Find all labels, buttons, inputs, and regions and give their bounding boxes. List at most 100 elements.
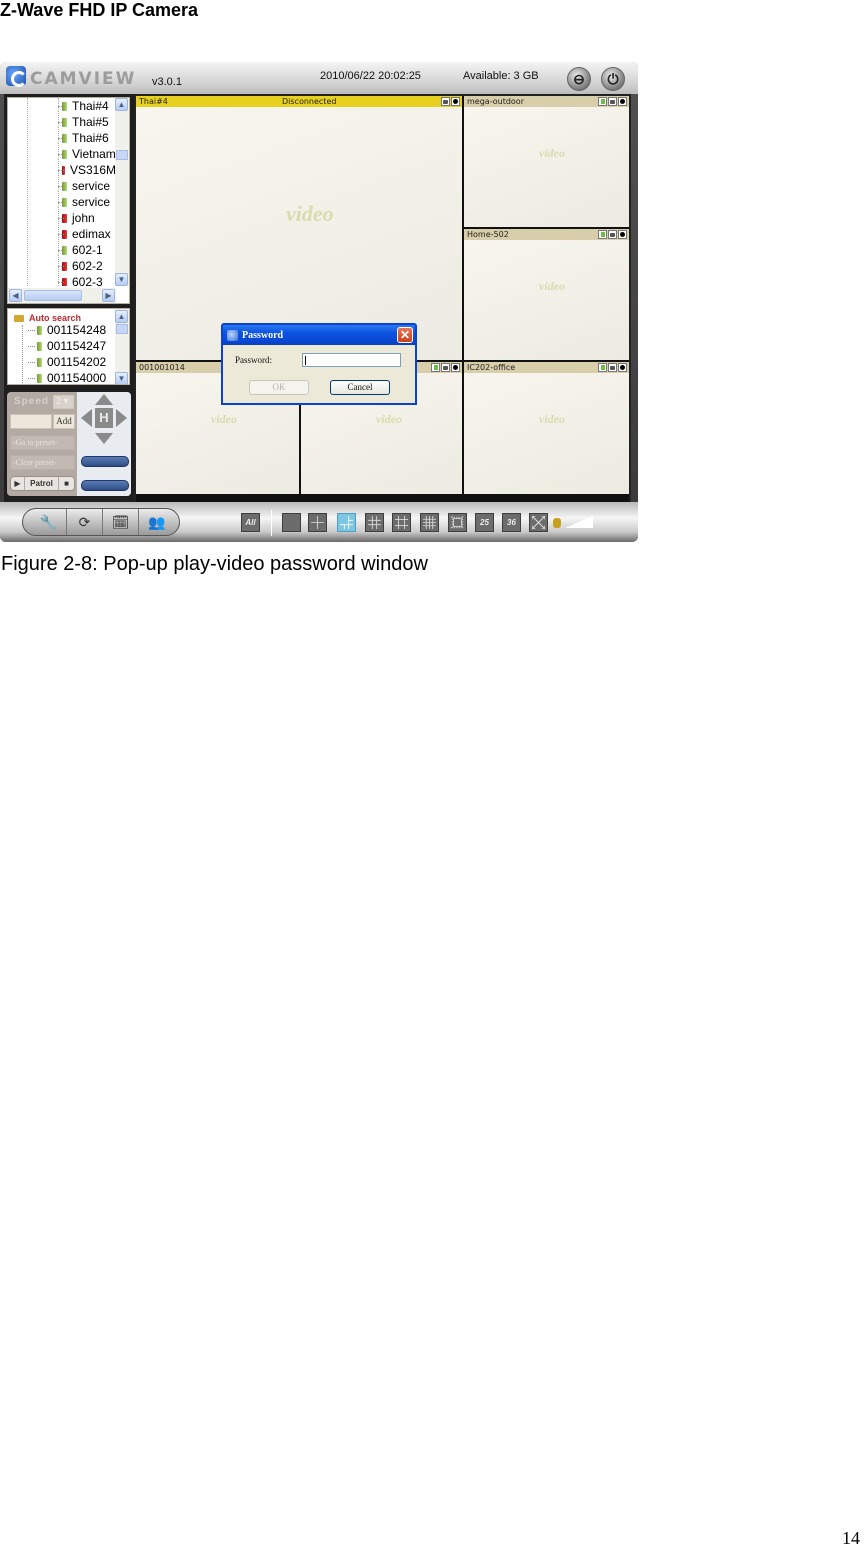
video-cell[interactable]: Home-502 video: [464, 229, 629, 360]
ptz-action-button-1[interactable]: [81, 456, 129, 467]
camera-tree-item[interactable]: Thai#5: [8, 114, 116, 130]
cancel-button[interactable]: Cancel: [330, 380, 390, 395]
password-input[interactable]: [302, 353, 401, 367]
pan-up-button[interactable]: [95, 394, 113, 405]
snapshot-icon[interactable]: [441, 363, 450, 372]
preset-name-input[interactable]: [10, 414, 52, 429]
auto-search-item[interactable]: 001154000: [28, 371, 106, 384]
record-icon[interactable]: [618, 363, 627, 372]
camera-tree-item[interactable]: 602-2: [8, 258, 116, 274]
camera-tree-item[interactable]: 602-3: [8, 274, 116, 286]
layout-1-button[interactable]: [282, 513, 301, 532]
video-cell[interactable]: IC202-office video: [464, 362, 629, 494]
figure-caption: Figure 2-8: Pop-up play-video password w…: [1, 553, 428, 575]
scroll-thumb[interactable]: [116, 150, 128, 160]
scroll-up-button[interactable]: ▲: [115, 98, 128, 111]
grid-4-icon: [311, 516, 324, 529]
users-button[interactable]: 👥: [139, 509, 175, 535]
camera-tree-item[interactable]: Vietnam: [8, 146, 116, 162]
clear-preset-select[interactable]: -Clear preset-: [10, 455, 75, 470]
play-icon[interactable]: [431, 363, 440, 372]
record-icon[interactable]: [618, 230, 627, 239]
pan-down-button[interactable]: [95, 433, 113, 444]
layout-36-button[interactable]: 36: [502, 513, 521, 532]
video-cell[interactable]: Thai#4 Disconnected video: [136, 96, 462, 360]
pan-right-button[interactable]: [116, 409, 127, 427]
scroll-down-button[interactable]: ▼: [115, 273, 128, 286]
power-button[interactable]: ⏻: [601, 67, 625, 91]
fullscreen-button[interactable]: [529, 513, 548, 532]
layout-16-button[interactable]: [420, 513, 439, 532]
camera-tree-item[interactable]: john: [8, 210, 116, 226]
ok-button[interactable]: OK: [249, 380, 309, 395]
camera-tree: Thai#4 Thai#5 Thai#6 Vietnam VS316M service se…: [7, 97, 130, 304]
play-icon[interactable]: [598, 230, 607, 239]
snapshot-icon[interactable]: [608, 363, 617, 372]
auto-search-label: 001154202: [47, 355, 107, 369]
layout-4-button[interactable]: [308, 513, 327, 532]
snapshot-icon[interactable]: [608, 230, 617, 239]
video-watermark: video: [376, 412, 402, 426]
goto-preset-select[interactable]: -Go to preset-: [10, 435, 75, 450]
auto-search-item[interactable]: 001154247: [28, 339, 106, 353]
camera-tree-item[interactable]: Thai#6: [8, 130, 116, 146]
scroll-thumb[interactable]: [116, 324, 128, 334]
minimize-button[interactable]: ⊖: [567, 67, 591, 91]
scroll-down-button[interactable]: ▼: [115, 372, 128, 384]
camera-online-icon: [37, 357, 42, 367]
play-icon[interactable]: [598, 363, 607, 372]
camera-tree-item[interactable]: VS316M: [8, 162, 116, 178]
snapshot-icon[interactable]: [441, 97, 450, 106]
camera-online-icon: [62, 133, 67, 143]
camera-tree-item[interactable]: service: [8, 194, 116, 210]
camera-tree-label: service: [72, 179, 111, 193]
auto-search-item[interactable]: 001154202: [28, 355, 106, 369]
camera-tree-item[interactable]: Thai#4: [8, 98, 116, 114]
layout-13-button[interactable]: [448, 513, 467, 532]
tree-vertical-scrollbar[interactable]: ▲ ▼: [115, 98, 129, 286]
layout-25-button[interactable]: 25: [475, 513, 494, 532]
volume-control[interactable]: [553, 516, 593, 530]
settings-icon: 🔧: [39, 513, 58, 530]
auto-search-root[interactable]: Auto search: [14, 313, 81, 323]
pan-left-button[interactable]: [81, 409, 92, 427]
all-cameras-button[interactable]: All: [241, 513, 260, 532]
camera-tree-item[interactable]: edimax: [8, 226, 116, 242]
play-icon[interactable]: [598, 97, 607, 106]
patrol-play-button[interactable]: ▶: [11, 477, 25, 490]
scroll-up-button[interactable]: ▲: [115, 310, 128, 323]
schedule-button[interactable]: 🗓: [103, 509, 139, 535]
ptz-action-button-2[interactable]: [81, 480, 129, 491]
home-position-button[interactable]: H: [95, 408, 113, 428]
camera-tree-item[interactable]: service: [8, 178, 116, 194]
layout-6-button[interactable]: [337, 513, 356, 532]
record-icon[interactable]: [451, 97, 460, 106]
ptz-direction-pad: H: [81, 394, 127, 444]
tree-horizontal-scrollbar[interactable]: ◀ ▶: [8, 288, 116, 303]
scroll-thumb[interactable]: [24, 290, 82, 301]
video-watermark: video: [211, 412, 237, 426]
scroll-left-button[interactable]: ◀: [9, 289, 22, 302]
patrol-controls: ▶ Patrol ■: [10, 476, 75, 491]
settings-button[interactable]: 🔧: [31, 509, 67, 535]
camera-offline-icon: [62, 165, 65, 175]
search-vertical-scrollbar[interactable]: ▲ ▼: [115, 309, 129, 384]
patrol-stop-button[interactable]: ■: [59, 477, 74, 490]
record-icon[interactable]: [618, 97, 627, 106]
video-watermark: video: [539, 279, 565, 293]
volume-slider[interactable]: [565, 516, 593, 528]
speed-select[interactable]: 2 ▾: [53, 395, 74, 409]
add-preset-button[interactable]: Add: [53, 414, 75, 429]
layout-9-button[interactable]: [365, 513, 384, 532]
scroll-right-button[interactable]: ▶: [102, 289, 115, 302]
dialog-title-bar[interactable]: Password ✕: [223, 325, 415, 345]
camera-tree-item[interactable]: 602-1: [8, 242, 116, 258]
layout-10-button[interactable]: [392, 513, 411, 532]
playback-button[interactable]: ⟳: [67, 509, 103, 535]
snapshot-icon[interactable]: [608, 97, 617, 106]
auto-search-item[interactable]: 001154248: [28, 323, 106, 337]
video-cell[interactable]: mega-outdoor video: [464, 96, 629, 227]
patrol-button[interactable]: Patrol: [25, 477, 59, 490]
record-icon[interactable]: [451, 363, 460, 372]
close-button[interactable]: ✕: [397, 327, 413, 343]
